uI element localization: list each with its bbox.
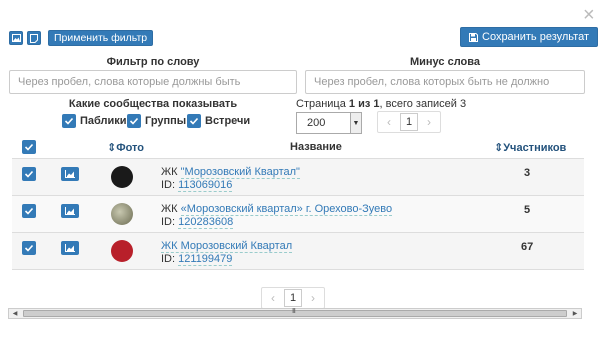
close-icon[interactable]: × (583, 5, 595, 25)
community-id: ID: 120283608 (161, 216, 234, 229)
prev-page-button[interactable]: ‹ (262, 288, 284, 308)
next-page-button[interactable]: › (302, 288, 324, 308)
page-number-button[interactable]: 1 (284, 289, 302, 307)
members-column-header[interactable]: ⇕Участников (494, 141, 566, 154)
sort-icon: ⇕ (494, 142, 504, 154)
image-icon (11, 34, 21, 42)
page-of: из (355, 98, 374, 110)
next-page-button[interactable]: › (418, 112, 440, 132)
checkbox-checked-icon (187, 114, 201, 128)
chart-icon (65, 244, 75, 252)
per-page-value: 200 (307, 117, 326, 129)
scroll-left-icon[interactable]: ◀ (9, 309, 21, 318)
chevron-down-icon: ▼ (350, 113, 361, 133)
table-row: ЖК «Морозовский квартал» г. Орехово-Зуев… (12, 195, 584, 232)
table-bottom-divider (12, 269, 584, 270)
avatar (111, 240, 133, 262)
stats-button[interactable] (61, 241, 79, 255)
type-groups-label: Группы (145, 115, 187, 127)
community-name: ЖК "Морозовский Квартал" (161, 166, 300, 179)
page-info-prefix: Страница (296, 98, 349, 110)
community-id-link[interactable]: 121199479 (178, 253, 233, 266)
floppy-icon (469, 32, 478, 42)
save-result-label: Сохранить результат (482, 31, 590, 43)
top-pagination: ‹ 1 › (377, 111, 441, 133)
community-name: ЖК «Морозовский квартал» г. Орехово-Зуев… (161, 203, 393, 216)
word-filter-label: Фильтр по слову (106, 56, 200, 68)
chart-icon (65, 207, 75, 215)
horizontal-scrollbar[interactable]: ◀ III ▶ (8, 308, 582, 319)
note-icon (30, 33, 38, 43)
community-id-link[interactable]: 120283608 (178, 216, 234, 229)
community-id-link[interactable]: 113069016 (178, 179, 233, 192)
minus-words-input[interactable] (305, 70, 585, 94)
row-checkbox[interactable] (22, 241, 36, 255)
type-events-checkbox[interactable]: Встречи (187, 114, 250, 128)
community-link[interactable]: "Морозовский Квартал" (180, 166, 300, 179)
id-prefix: ID: (161, 216, 179, 228)
type-publics-label: Паблики (80, 115, 127, 127)
page-info: Страница 1 из 1, всего записей 3 (296, 98, 466, 110)
bottom-pagination: ‹ 1 › (261, 287, 325, 309)
id-prefix: ID: (161, 179, 179, 191)
name-column-header: Название (290, 141, 342, 153)
id-prefix: ID: (161, 253, 179, 265)
table-row: ЖК Морозовский Квартал ID: 121199479 67 (12, 232, 584, 269)
members-count: 5 (524, 204, 531, 216)
word-filter-input[interactable] (9, 70, 297, 94)
type-events-label: Встречи (205, 115, 251, 127)
members-count: 67 (521, 241, 534, 253)
photo-column-label: Фото (116, 142, 145, 154)
checkbox-checked-icon (62, 114, 76, 128)
note-view-button[interactable] (27, 31, 41, 45)
image-view-button[interactable] (9, 31, 23, 45)
page-number-button[interactable]: 1 (400, 113, 418, 131)
checkbox-checked-icon (24, 170, 34, 178)
community-link[interactable]: ЖК Морозовский Квартал (161, 240, 293, 253)
checkbox-checked-icon (24, 143, 34, 151)
checkbox-checked-icon (127, 114, 141, 128)
select-all-checkbox[interactable] (22, 140, 36, 154)
checkbox-checked-icon (24, 244, 34, 252)
type-publics-checkbox[interactable]: Паблики (62, 114, 127, 128)
row-checkbox[interactable] (22, 167, 36, 181)
community-id: ID: 113069016 (161, 179, 233, 192)
scroll-right-icon[interactable]: ▶ (569, 309, 581, 318)
members-count: 3 (524, 167, 531, 179)
stats-button[interactable] (61, 167, 79, 181)
prev-page-button[interactable]: ‹ (378, 112, 400, 132)
community-id: ID: 121199479 (161, 253, 233, 266)
scrollbar-thumb[interactable]: III (23, 308, 567, 317)
members-column-label: Участников (503, 142, 567, 154)
photo-column-header[interactable]: ⇕Фото (107, 141, 144, 154)
checkbox-checked-icon (24, 207, 34, 215)
stats-button[interactable] (61, 204, 79, 218)
table-row: ЖК "Морозовский Квартал" ID: 113069016 3 (12, 158, 584, 195)
name-prefix: ЖК (161, 203, 181, 215)
row-checkbox[interactable] (22, 204, 36, 218)
type-groups-checkbox[interactable]: Группы (127, 114, 186, 128)
scrollbar-grip: III (292, 308, 296, 315)
records-count: , всего записей 3 (379, 98, 467, 110)
community-link[interactable]: «Морозовский квартал» г. Орехово-Зуево (180, 203, 393, 216)
name-prefix: ЖК (161, 166, 181, 178)
avatar (111, 166, 133, 188)
sort-icon: ⇕ (107, 142, 117, 154)
per-page-select[interactable]: 200 ▼ (296, 112, 362, 134)
save-result-button[interactable]: Сохранить результат (460, 27, 599, 47)
minus-words-label: Минус слова (409, 56, 480, 68)
apply-filter-button[interactable]: Применить фильтр (48, 30, 154, 46)
community-name: ЖК Морозовский Квартал (161, 240, 293, 253)
communities-label: Какие сообщества показывать (68, 98, 238, 110)
chart-icon (65, 170, 75, 178)
avatar (111, 203, 133, 225)
